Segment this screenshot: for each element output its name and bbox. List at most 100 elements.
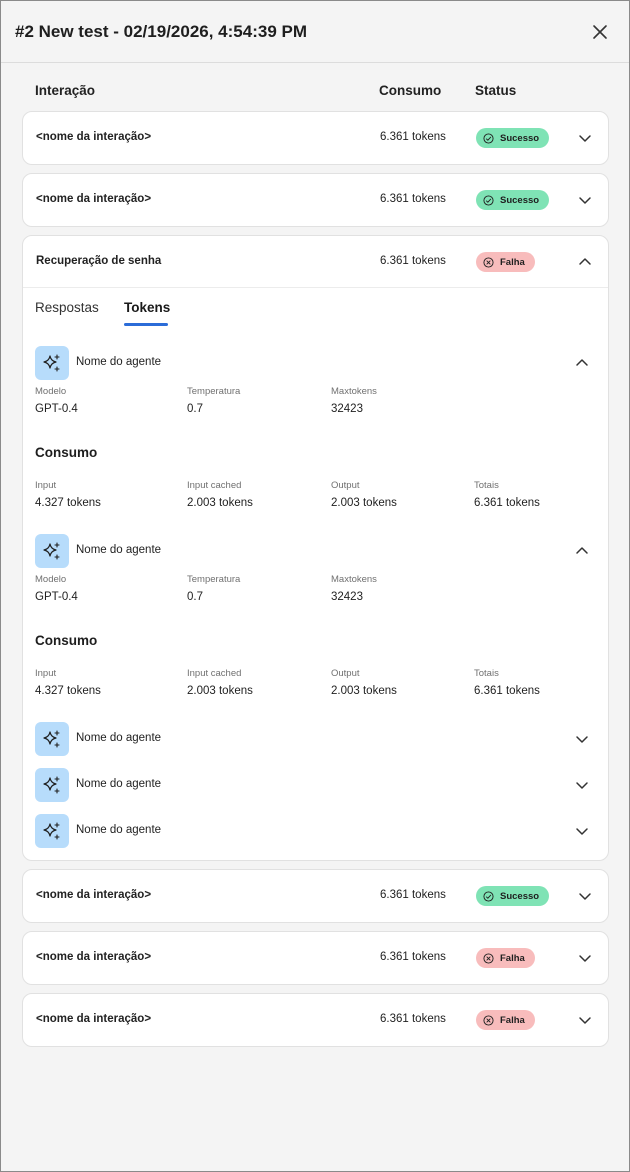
status-label: Falha [500,1014,525,1026]
column-consumo: Consumo [379,83,442,98]
interaction-card: <nome da interação> 6.361 tokens Sucesso [22,111,609,165]
chevron-down-icon[interactable] [577,950,593,966]
temperature-value: 0.7 [187,403,203,415]
output-value: 2.003 tokens [331,685,397,697]
status-badge: Falha [476,1010,535,1030]
agent-details: Modelo GPT-0.4 Temperatura 0.7 Maxtokens 32… [23,386,608,528]
agent-avatar [35,814,69,848]
temperature-label: Temperatura [187,574,241,585]
agent-avatar [35,768,69,802]
agent-details: Modelo GPT-0.4 Temperatura 0.7 Maxtokens 32… [23,574,608,716]
temperature-field: Temperatura 0.7 [187,386,240,415]
chevron-up-icon[interactable] [574,355,590,371]
totais-field: Totais 6.361 tokens [474,668,540,697]
maxtokens-value: 32423 [331,403,363,415]
interaction-tokens: 6.361 tokens [380,193,446,205]
interaction-row[interactable]: <nome da interação> 6.361 tokens Sucesso [23,870,608,922]
x-circle-icon [483,1014,494,1026]
column-status: Status [475,83,517,98]
check-circle-icon [483,132,494,144]
agent-avatar [35,346,69,380]
interaction-row[interactable]: <nome da interação> 6.361 tokens Sucesso [23,174,608,226]
interaction-row[interactable]: <nome da interação> 6.361 tokens Falha [23,932,608,984]
agent-row[interactable]: Nome do agente [23,808,608,854]
interaction-name: <nome da interação> [36,193,152,205]
agent-row[interactable]: Nome do agente [23,340,608,386]
interaction-card: <nome da interação> 6.361 tokens Sucesso [22,173,609,227]
agent-row[interactable]: Nome do agente [23,716,608,762]
model-value: GPT-0.4 [35,403,78,415]
chevron-down-icon[interactable] [577,1012,593,1028]
consumo-title: Consumo [35,633,98,648]
consumo-title: Consumo [35,445,98,460]
chevron-down-icon[interactable] [574,823,590,839]
tab-respostas[interactable]: Respostas [35,300,99,315]
totais-value: 6.361 tokens [474,497,540,509]
tab-tokens[interactable]: Tokens [124,300,170,315]
status-label: Sucesso [500,132,540,144]
interaction-tokens: 6.361 tokens [380,131,446,143]
maxtokens-label: Maxtokens [331,574,377,585]
interaction-tokens: 6.361 tokens [380,1013,446,1025]
close-button[interactable] [589,21,611,43]
modal-header: #2 New test - 02/19/2026, 4:54:39 PM [1,1,629,63]
interaction-name: <nome da interação> [36,131,152,143]
agent-avatar [35,722,69,756]
modal-title: #2 New test - 02/19/2026, 4:54:39 PM [15,21,307,41]
chevron-down-icon[interactable] [574,731,590,747]
interaction-row[interactable]: <nome da interação> 6.361 tokens Falha [23,994,608,1046]
column-interacao: Interação [35,83,96,98]
output-value: 2.003 tokens [331,497,397,509]
totais-value: 6.361 tokens [474,685,540,697]
interaction-tokens: 6.361 tokens [380,889,446,901]
check-circle-icon [483,194,494,206]
x-circle-icon [483,952,494,964]
input-cached-field: Input cached 2.003 tokens [187,480,253,509]
chevron-down-icon[interactable] [577,130,593,146]
temperature-field: Temperatura 0.7 [187,574,240,603]
modal: #2 New test - 02/19/2026, 4:54:39 PM Int… [0,0,630,1172]
model-value: GPT-0.4 [35,591,78,603]
chevron-up-icon[interactable] [574,543,590,559]
status-badge: Sucesso [476,886,550,906]
status-label: Falha [500,256,525,268]
temperature-value: 0.7 [187,591,203,603]
agent-name: Nome do agente [76,544,162,556]
agent-name: Nome do agente [76,778,162,790]
sparkles-icon [43,730,60,748]
chevron-up-icon[interactable] [577,254,593,270]
agent-row[interactable]: Nome do agente [23,528,608,574]
model-field: Modelo GPT-0.4 [35,574,78,603]
maxtokens-value: 32423 [331,591,363,603]
agent-row[interactable]: Nome do agente [23,762,608,808]
interaction-tokens: 6.361 tokens [380,255,446,267]
agent-name: Nome do agente [76,356,162,368]
interaction-row[interactable]: Recuperação de senha 6.361 tokens Falha [23,236,608,288]
interaction-card: <nome da interação> 6.361 tokens Falha [22,993,609,1047]
model-field: Modelo GPT-0.4 [35,386,78,415]
input-cached-label: Input cached [187,480,242,491]
interaction-card: <nome da interação> 6.361 tokens Falha [22,931,609,985]
sparkles-icon [43,822,60,840]
agent-name: Nome do agente [76,732,162,744]
interaction-name: Recuperação de senha [36,255,162,267]
sparkles-icon [43,776,60,794]
interaction-row[interactable]: <nome da interação> 6.361 tokens Sucesso [23,112,608,164]
output-label: Output [331,480,360,491]
status-label: Falha [500,952,525,964]
temperature-label: Temperatura [187,386,241,397]
tab-active-indicator [124,323,168,326]
chevron-down-icon[interactable] [577,192,593,208]
chevron-down-icon[interactable] [574,777,590,793]
chevron-down-icon[interactable] [577,888,593,904]
maxtokens-field: Maxtokens 32423 [331,386,377,415]
input-value: 4.327 tokens [35,497,101,509]
status-label: Sucesso [500,890,540,902]
input-label: Input [35,668,57,679]
totais-field: Totais 6.361 tokens [474,480,540,509]
interaction-name: <nome da interação> [36,1013,152,1025]
input-value: 4.327 tokens [35,685,101,697]
interaction-name: <nome da interação> [36,951,152,963]
maxtokens-field: Maxtokens 32423 [331,574,377,603]
check-circle-icon [483,890,494,902]
